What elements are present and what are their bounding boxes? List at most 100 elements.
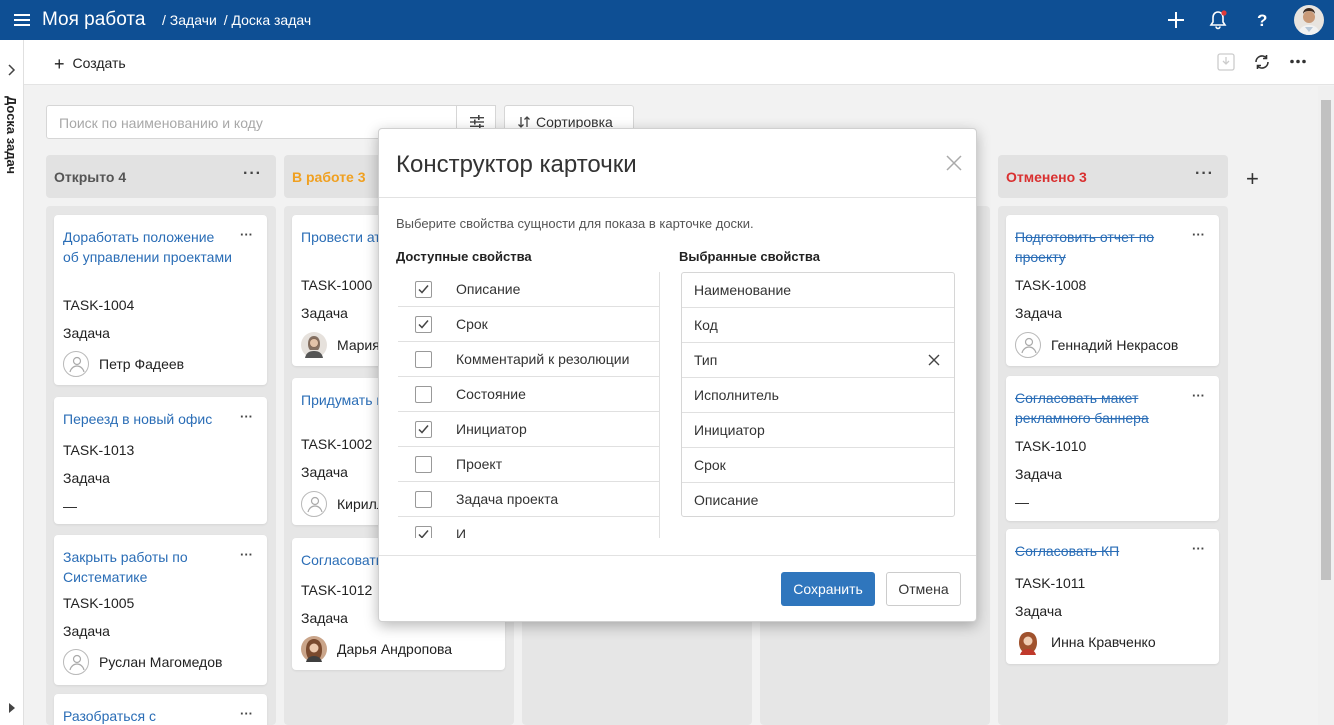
bell-icon[interactable] — [1208, 10, 1228, 30]
task-code: TASK-1011 — [1015, 575, 1086, 591]
breadcrumb-tasks[interactable]: / Задачи — [162, 12, 217, 28]
checkbox-checked[interactable] — [415, 421, 432, 438]
property-label: Инициатор — [456, 421, 527, 437]
checkbox[interactable] — [415, 456, 432, 473]
task-title[interactable]: Доработать положение об управлении проек… — [63, 227, 233, 267]
remove-icon[interactable] — [928, 354, 940, 366]
chevron-right-icon[interactable] — [7, 64, 17, 76]
user-avatar[interactable] — [1294, 5, 1324, 35]
card-constructor-dialog: Конструктор карточки Выберите свойства с… — [378, 128, 977, 622]
checkbox-checked[interactable] — [415, 281, 432, 298]
assignee-name: Мария — [337, 337, 380, 353]
card-menu-icon[interactable]: ··· — [240, 227, 253, 242]
task-title[interactable]: Согласовать макет рекламного баннера — [1015, 388, 1185, 428]
assignee-name: Геннадий Некрасов — [1051, 337, 1179, 353]
top-bar: Моя работа / Задачи / Доска задач ? — [0, 0, 1334, 40]
assignee-name: Инна Кравченко — [1051, 634, 1156, 650]
property-row[interactable]: Описание — [398, 272, 659, 307]
selected-property-row[interactable]: Исполнитель — [682, 378, 954, 413]
more-icon[interactable] — [1290, 59, 1306, 64]
help-icon[interactable]: ? — [1252, 10, 1272, 30]
checkbox[interactable] — [415, 351, 432, 368]
close-icon[interactable] — [945, 154, 963, 172]
task-card[interactable]: Разобраться с ··· — [54, 694, 267, 725]
refresh-icon[interactable] — [1253, 53, 1271, 71]
card-menu-icon[interactable]: ··· — [1192, 227, 1205, 242]
cancel-button[interactable]: Отмена — [886, 572, 961, 606]
card-menu-icon[interactable]: ··· — [240, 547, 253, 562]
task-type: Задача — [301, 464, 348, 480]
task-card[interactable]: Подготовить отчет по проекту ··· TASK-10… — [1006, 215, 1219, 366]
task-type: Задача — [1015, 466, 1062, 482]
toolbar: + Создать — [24, 40, 1334, 85]
task-card[interactable]: Согласовать КП ··· TASK-1011 Задача Инна… — [1006, 529, 1219, 664]
selected-header: Выбранные свойства — [679, 249, 820, 264]
menu-icon[interactable] — [14, 12, 30, 28]
column-menu-icon[interactable]: ··· — [243, 165, 262, 183]
selected-property-row[interactable]: Описание — [682, 483, 954, 518]
selected-property-label: Инициатор — [694, 422, 765, 438]
card-menu-icon[interactable]: ··· — [240, 706, 253, 721]
column-header-open: Открыто 4 ··· — [46, 155, 276, 198]
selected-property-label: Тип — [694, 352, 718, 368]
dialog-hint: Выберите свойства сущности для показа в … — [396, 216, 754, 231]
breadcrumb-board[interactable]: / Доска задач — [224, 12, 311, 28]
user-photo — [301, 636, 327, 662]
selected-property-row[interactable]: Тип — [682, 343, 954, 378]
task-card[interactable]: Переезд в новый офис ··· TASK-1013 Задач… — [54, 397, 267, 524]
selected-property-row[interactable]: Код — [682, 308, 954, 343]
property-row[interactable]: Задача проекта — [398, 482, 659, 517]
task-card[interactable]: Закрыть работы по Систематике ··· TASK-1… — [54, 535, 267, 685]
assignee-name: Руслан Магомедов — [99, 654, 223, 670]
checkbox-checked[interactable] — [415, 526, 432, 538]
selected-property-row[interactable]: Наименование — [682, 273, 954, 308]
task-code: TASK-1012 — [301, 582, 373, 598]
property-row[interactable]: И — [398, 517, 659, 538]
checkbox[interactable] — [415, 491, 432, 508]
export-icon[interactable] — [1217, 53, 1235, 71]
vertical-scrollbar[interactable] — [1318, 86, 1334, 725]
task-card[interactable]: Согласовать макет рекламного баннера ···… — [1006, 376, 1219, 521]
user-placeholder-icon — [1015, 332, 1041, 358]
property-row[interactable]: Комментарий к резолюции — [398, 342, 659, 377]
property-row[interactable]: Состояние — [398, 377, 659, 412]
selected-property-label: Наименование — [694, 282, 792, 298]
column-menu-icon[interactable]: ··· — [1195, 165, 1214, 183]
user-photo — [301, 332, 327, 358]
property-row[interactable]: Срок — [398, 307, 659, 342]
save-button[interactable]: Сохранить — [781, 572, 875, 606]
property-row[interactable]: Проект — [398, 447, 659, 482]
plus-icon[interactable] — [1166, 10, 1186, 30]
task-type: Задача — [1015, 603, 1062, 619]
property-label: Состояние — [456, 386, 526, 402]
available-properties-list[interactable]: Описание Срок Комментарий к резолюции Со… — [398, 272, 660, 538]
assignee-name: — — [63, 498, 77, 514]
selected-property-row[interactable]: Срок — [682, 448, 954, 483]
selected-property-row[interactable]: Инициатор — [682, 413, 954, 448]
task-title[interactable]: Закрыть работы по Систематике — [63, 547, 233, 587]
task-title[interactable]: Разобраться с — [63, 706, 233, 725]
app-title[interactable]: Моя работа — [42, 9, 145, 31]
selected-properties-list[interactable]: Наименование Код Тип Исполнитель Инициат… — [681, 272, 955, 517]
task-title[interactable]: Согласовать КП — [1015, 541, 1185, 561]
create-button[interactable]: + Создать — [54, 54, 126, 75]
property-label: Описание — [456, 281, 521, 297]
task-title[interactable]: Переезд в новый офис — [63, 409, 233, 429]
breadcrumb: / Задачи / Доска задач — [162, 12, 314, 28]
expand-icon[interactable] — [7, 702, 17, 714]
card-menu-icon[interactable]: ··· — [1192, 388, 1205, 403]
card-menu-icon[interactable]: ··· — [1192, 541, 1205, 556]
checkbox-checked[interactable] — [415, 316, 432, 333]
card-menu-icon[interactable]: ··· — [240, 409, 253, 424]
column-title: Отменено 3 — [1006, 169, 1087, 185]
task-card[interactable]: Доработать положение об управлении проек… — [54, 215, 267, 385]
column-body-cancelled: Подготовить отчет по проекту ··· TASK-10… — [998, 206, 1228, 725]
scrollbar-thumb[interactable] — [1321, 100, 1331, 580]
task-title[interactable]: Подготовить отчет по проекту — [1015, 227, 1185, 267]
checkbox[interactable] — [415, 386, 432, 403]
add-column-button[interactable]: + — [1246, 166, 1259, 192]
selected-property-label: Описание — [694, 492, 759, 508]
property-row[interactable]: Инициатор — [398, 412, 659, 447]
column-title: Открыто 4 — [54, 169, 127, 185]
column-body-open: Доработать положение об управлении проек… — [46, 206, 276, 725]
